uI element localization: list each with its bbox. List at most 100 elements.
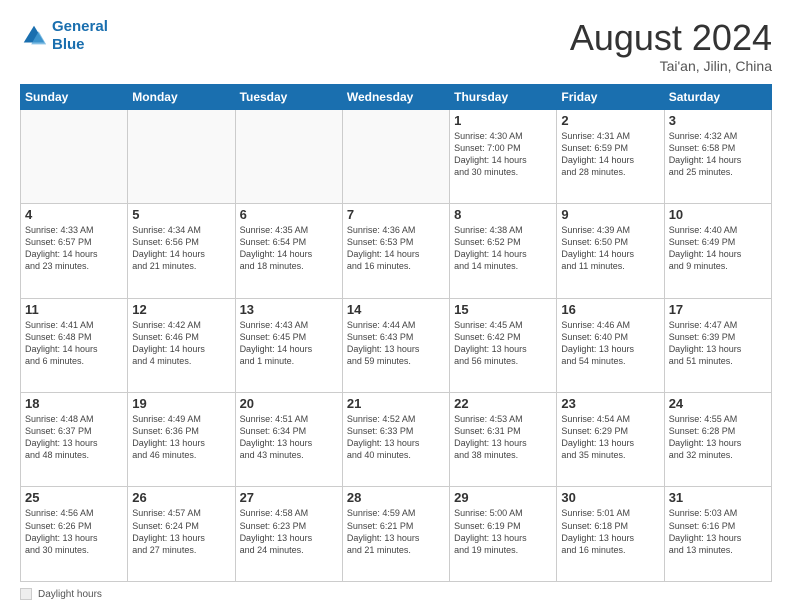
day-info: Sunrise: 4:47 AM Sunset: 6:39 PM Dayligh… xyxy=(669,319,767,368)
footer: Daylight hours xyxy=(20,588,772,600)
day-number: 23 xyxy=(561,396,659,411)
day-number: 2 xyxy=(561,113,659,128)
day-info: Sunrise: 4:54 AM Sunset: 6:29 PM Dayligh… xyxy=(561,413,659,462)
calendar-cell: 8Sunrise: 4:38 AM Sunset: 6:52 PM Daylig… xyxy=(450,204,557,298)
day-info: Sunrise: 4:33 AM Sunset: 6:57 PM Dayligh… xyxy=(25,224,123,273)
col-header-saturday: Saturday xyxy=(664,84,771,109)
calendar-cell: 6 Sunrise: 4:35 AM Sunset: 6:54 PM Daylig… xyxy=(235,204,342,298)
calendar-cell: 21 Sunrise: 4:52 AM Sunset: 6:33 PM Dayli… xyxy=(342,393,449,487)
day-info: Sunrise: 4:32 AM Sunset: 6:58 PM Dayligh… xyxy=(669,130,767,179)
day-number: 5 xyxy=(132,207,230,222)
day-number: 26 xyxy=(132,490,230,505)
day-info: Sunrise: 4:34 AM Sunset: 6:56 PM Dayligh… xyxy=(132,224,230,273)
day-info: Sunrise: 4:30 AM Sunset: 7:00 PM Dayligh… xyxy=(454,130,552,179)
day-info: Sunrise: 4:48 AM Sunset: 6:37 PM Dayligh… xyxy=(25,413,123,462)
day-info: Sunrise: 4:31 AM Sunset: 6:59 PM Dayligh… xyxy=(561,130,659,179)
day-number: 3 xyxy=(669,113,767,128)
day-number: 1 xyxy=(454,113,552,128)
calendar-cell: 7Sunrise: 4:36 AM Sunset: 6:53 PM Daylig… xyxy=(342,204,449,298)
day-info: Sunrise: 5:01 AM Sunset: 6:18 PM Dayligh… xyxy=(561,507,659,556)
day-number: 14 xyxy=(347,302,445,317)
calendar-cell: 18Sunrise: 4:48 AM Sunset: 6:37 PM Dayli… xyxy=(21,393,128,487)
col-header-sunday: Sunday xyxy=(21,84,128,109)
calendar-cell xyxy=(21,109,128,203)
calendar-cell xyxy=(235,109,342,203)
day-number: 15 xyxy=(454,302,552,317)
day-number: 4 xyxy=(25,207,123,222)
day-number: 9 xyxy=(561,207,659,222)
calendar-cell: 11 Sunrise: 4:41 AM Sunset: 6:48 PM Dayli… xyxy=(21,298,128,392)
day-number: 16 xyxy=(561,302,659,317)
day-info: Sunrise: 4:52 AM Sunset: 6:33 PM Dayligh… xyxy=(347,413,445,462)
logo-text: General Blue xyxy=(52,18,108,54)
calendar-cell: 19Sunrise: 4:49 AM Sunset: 6:36 PM Dayli… xyxy=(128,393,235,487)
day-number: 17 xyxy=(669,302,767,317)
calendar-cell: 28 Sunrise: 4:59 AM Sunset: 6:21 PM Dayli… xyxy=(342,487,449,582)
calendar-cell: 13 Sunrise: 4:43 AM Sunset: 6:45 PM Dayli… xyxy=(235,298,342,392)
day-number: 12 xyxy=(132,302,230,317)
calendar-cell: 29Sunrise: 5:00 AM Sunset: 6:19 PM Dayli… xyxy=(450,487,557,582)
logo: General Blue xyxy=(20,18,108,54)
calendar-cell: 23 Sunrise: 4:54 AM Sunset: 6:29 PM Dayli… xyxy=(557,393,664,487)
day-number: 13 xyxy=(240,302,338,317)
month-year: August 2024 xyxy=(570,18,772,58)
footer-label: Daylight hours xyxy=(38,589,102,600)
day-number: 24 xyxy=(669,396,767,411)
day-number: 28 xyxy=(347,490,445,505)
day-info: Sunrise: 4:40 AM Sunset: 6:49 PM Dayligh… xyxy=(669,224,767,273)
title-block: August 2024 Tai'an, Jilin, China xyxy=(570,18,772,74)
col-header-friday: Friday xyxy=(557,84,664,109)
day-info: Sunrise: 5:03 AM Sunset: 6:16 PM Dayligh… xyxy=(669,507,767,556)
calendar-cell: 25 Sunrise: 4:56 AM Sunset: 6:26 PM Dayli… xyxy=(21,487,128,582)
day-number: 31 xyxy=(669,490,767,505)
day-number: 30 xyxy=(561,490,659,505)
day-number: 10 xyxy=(669,207,767,222)
calendar-cell: 22 Sunrise: 4:53 AM Sunset: 6:31 PM Dayli… xyxy=(450,393,557,487)
calendar-cell: 10 Sunrise: 4:40 AM Sunset: 6:49 PM Dayli… xyxy=(664,204,771,298)
calendar-cell: 24 Sunrise: 4:55 AM Sunset: 6:28 PM Dayli… xyxy=(664,393,771,487)
day-info: Sunrise: 4:51 AM Sunset: 6:34 PM Dayligh… xyxy=(240,413,338,462)
day-info: Sunrise: 4:41 AM Sunset: 6:48 PM Dayligh… xyxy=(25,319,123,368)
day-number: 22 xyxy=(454,396,552,411)
location: Tai'an, Jilin, China xyxy=(570,58,772,74)
day-info: Sunrise: 4:39 AM Sunset: 6:50 PM Dayligh… xyxy=(561,224,659,273)
col-header-wednesday: Wednesday xyxy=(342,84,449,109)
day-number: 20 xyxy=(240,396,338,411)
calendar-week-4: 18Sunrise: 4:48 AM Sunset: 6:37 PM Dayli… xyxy=(21,393,772,487)
day-number: 21 xyxy=(347,396,445,411)
calendar-cell: 3 Sunrise: 4:32 AM Sunset: 6:58 PM Daylig… xyxy=(664,109,771,203)
page: General Blue August 2024 Tai'an, Jilin, … xyxy=(0,0,792,612)
day-number: 11 xyxy=(25,302,123,317)
day-info: Sunrise: 4:45 AM Sunset: 6:42 PM Dayligh… xyxy=(454,319,552,368)
calendar-cell: 31 Sunrise: 5:03 AM Sunset: 6:16 PM Dayli… xyxy=(664,487,771,582)
calendar-cell: 4 Sunrise: 4:33 AM Sunset: 6:57 PM Daylig… xyxy=(21,204,128,298)
calendar-week-5: 25 Sunrise: 4:56 AM Sunset: 6:26 PM Dayli… xyxy=(21,487,772,582)
day-info: Sunrise: 4:53 AM Sunset: 6:31 PM Dayligh… xyxy=(454,413,552,462)
calendar-cell: 17 Sunrise: 4:47 AM Sunset: 6:39 PM Dayli… xyxy=(664,298,771,392)
day-info: Sunrise: 4:55 AM Sunset: 6:28 PM Dayligh… xyxy=(669,413,767,462)
day-info: Sunrise: 4:59 AM Sunset: 6:21 PM Dayligh… xyxy=(347,507,445,556)
day-info: Sunrise: 4:57 AM Sunset: 6:24 PM Dayligh… xyxy=(132,507,230,556)
day-info: Sunrise: 4:43 AM Sunset: 6:45 PM Dayligh… xyxy=(240,319,338,368)
calendar-week-1: 1 Sunrise: 4:30 AM Sunset: 7:00 PM Daylig… xyxy=(21,109,772,203)
col-header-thursday: Thursday xyxy=(450,84,557,109)
calendar-cell: 12Sunrise: 4:42 AM Sunset: 6:46 PM Dayli… xyxy=(128,298,235,392)
calendar-week-2: 4 Sunrise: 4:33 AM Sunset: 6:57 PM Daylig… xyxy=(21,204,772,298)
day-info: Sunrise: 4:58 AM Sunset: 6:23 PM Dayligh… xyxy=(240,507,338,556)
day-number: 25 xyxy=(25,490,123,505)
day-number: 8 xyxy=(454,207,552,222)
calendar-header-row: SundayMondayTuesdayWednesdayThursdayFrid… xyxy=(21,84,772,109)
day-info: Sunrise: 4:35 AM Sunset: 6:54 PM Dayligh… xyxy=(240,224,338,273)
col-header-tuesday: Tuesday xyxy=(235,84,342,109)
day-info: Sunrise: 4:36 AM Sunset: 6:53 PM Dayligh… xyxy=(347,224,445,273)
calendar-cell: 26 Sunrise: 4:57 AM Sunset: 6:24 PM Dayli… xyxy=(128,487,235,582)
calendar-cell: 5 Sunrise: 4:34 AM Sunset: 6:56 PM Daylig… xyxy=(128,204,235,298)
calendar-cell: 9 Sunrise: 4:39 AM Sunset: 6:50 PM Daylig… xyxy=(557,204,664,298)
calendar-week-3: 11 Sunrise: 4:41 AM Sunset: 6:48 PM Dayli… xyxy=(21,298,772,392)
calendar-cell: 15 Sunrise: 4:45 AM Sunset: 6:42 PM Dayli… xyxy=(450,298,557,392)
calendar-table: SundayMondayTuesdayWednesdayThursdayFrid… xyxy=(20,84,772,582)
calendar-cell: 16Sunrise: 4:46 AM Sunset: 6:40 PM Dayli… xyxy=(557,298,664,392)
calendar-cell: 30 Sunrise: 5:01 AM Sunset: 6:18 PM Dayli… xyxy=(557,487,664,582)
day-info: Sunrise: 4:56 AM Sunset: 6:26 PM Dayligh… xyxy=(25,507,123,556)
day-number: 6 xyxy=(240,207,338,222)
